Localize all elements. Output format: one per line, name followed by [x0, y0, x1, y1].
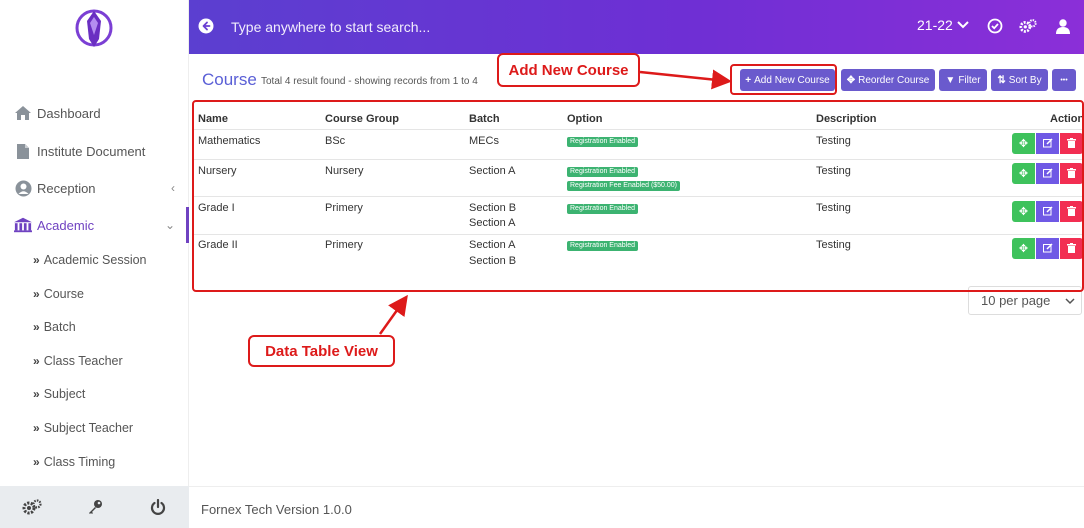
chevron-down-icon [1065, 298, 1075, 305]
button-label: Filter [958, 74, 981, 86]
sidebar-subitem-subject-teacher[interactable]: » Subject Teacher [33, 416, 133, 440]
sidebar-subitem-label: Subject [43, 387, 86, 401]
reorder-course-button[interactable]: ✥ Reorder Course [841, 69, 935, 91]
settings-icon[interactable] [1019, 17, 1037, 35]
sidebar-item-dashboard[interactable]: Dashboard [0, 98, 189, 128]
sidebar-subitem-label: Class Teacher [43, 354, 123, 368]
version-text: Fornex Tech Version 1.0.0 [201, 502, 352, 517]
page-footer: Fornex Tech Version 1.0.0 [189, 486, 1084, 528]
sidebar-item-label: Institute Document [37, 143, 146, 159]
double-chevron-icon: » [33, 253, 40, 267]
double-chevron-icon: » [33, 455, 40, 469]
user-icon[interactable] [1054, 17, 1072, 35]
sidebar-item-label: Academic [37, 217, 95, 233]
user-circle-icon [14, 179, 32, 197]
more-options-button[interactable]: ••• [1052, 69, 1076, 91]
sort-by-button[interactable]: ⇅ Sort By [991, 69, 1048, 91]
chevron-down-icon: ⌄ [164, 218, 175, 232]
home-icon [14, 104, 32, 122]
session-label: 21-22 [917, 17, 953, 33]
move-icon: ✥ [846, 74, 856, 86]
document-icon [14, 142, 32, 160]
sidebar-item-label: Reception [37, 180, 96, 196]
double-chevron-icon: » [33, 320, 40, 334]
annotation-data-table-view: Data Table View [248, 335, 395, 367]
sidebar-subitem-label: Class Timing [43, 455, 116, 469]
annotation-highlight-add-button [730, 64, 837, 95]
filter-button[interactable]: ▼ Filter [939, 69, 987, 91]
sort-icon: ⇅ [997, 74, 1006, 86]
back-arrow-icon[interactable] [198, 18, 214, 34]
sidebar-subitem-course[interactable]: » Course [33, 282, 84, 306]
sidebar-footer [0, 486, 189, 528]
filter-icon: ▼ [945, 74, 956, 86]
sidebar-subitem-label: Academic Session [43, 253, 147, 267]
double-chevron-icon: » [33, 354, 40, 368]
institution-icon [14, 216, 32, 234]
sidebar-item-institute-document[interactable]: Institute Document [0, 136, 189, 166]
sidebar: Dashboard Institute Document Reception ‹… [0, 0, 189, 528]
double-chevron-icon: » [33, 421, 40, 435]
sidebar-item-label: Dashboard [37, 105, 101, 121]
button-label: Reorder Course [858, 74, 930, 86]
sidebar-subitem-batch[interactable]: » Batch [33, 315, 76, 339]
sidebar-subitem-class-timing[interactable]: » Class Timing [33, 450, 115, 474]
sidebar-subitem-label: Course [43, 287, 84, 301]
button-label: Sort By [1008, 74, 1042, 86]
annotation-highlight-table [192, 100, 1084, 292]
chevron-down-icon [957, 21, 969, 29]
sidebar-subitem-subject[interactable]: » Subject [33, 382, 85, 406]
check-circle-icon[interactable] [986, 17, 1004, 35]
sidebar-item-reception[interactable]: Reception ‹ [0, 173, 189, 203]
ellipsis-icon: ••• [1060, 76, 1068, 84]
institution-logo[interactable] [73, 5, 115, 51]
annotation-add-new-course: Add New Course [497, 53, 640, 87]
sidebar-subitem-academic-session[interactable]: » Academic Session [33, 248, 147, 272]
sidebar-subitem-label: Subject Teacher [43, 421, 134, 435]
sidebar-item-academic[interactable]: Academic ⌄ [0, 210, 189, 240]
double-chevron-icon: » [33, 387, 40, 401]
per-page-value: 10 per page [981, 293, 1051, 308]
sidebar-subitem-label: Batch [43, 320, 76, 334]
power-icon[interactable] [148, 497, 168, 517]
page-subtitle: Total 4 result found - showing records f… [261, 76, 478, 87]
settings-icon[interactable] [22, 497, 42, 517]
sidebar-subitem-class-teacher[interactable]: » Class Teacher [33, 349, 123, 373]
session-selector[interactable]: 21-22 [917, 17, 969, 33]
key-icon[interactable] [85, 497, 105, 517]
search-input[interactable] [231, 14, 591, 40]
active-indicator [186, 207, 189, 243]
top-navbar: 21-22 [189, 0, 1084, 54]
double-chevron-icon: » [33, 287, 40, 301]
chevron-left-icon: ‹ [171, 181, 175, 195]
page-title: Course [202, 70, 257, 89]
